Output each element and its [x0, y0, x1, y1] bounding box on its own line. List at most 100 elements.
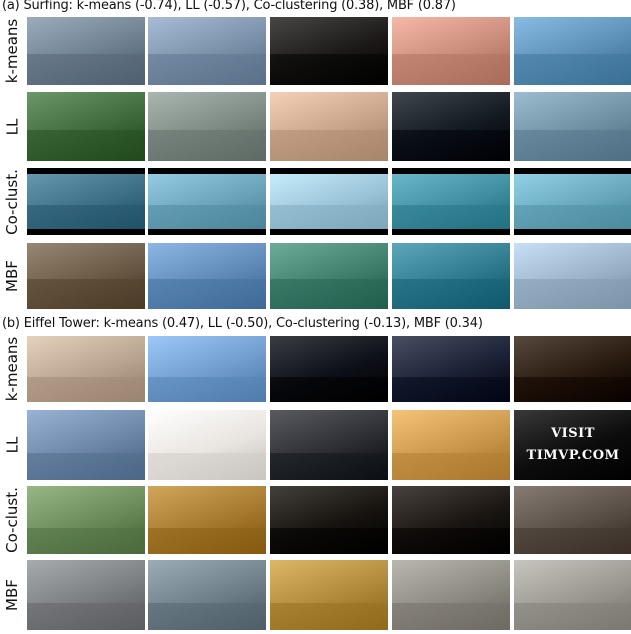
row-label-b-1: k-means — [0, 336, 24, 402]
video-thumbnail — [27, 92, 145, 161]
row-label-text: Co-clust. — [3, 168, 22, 235]
thumbnail-ground — [27, 54, 145, 85]
video-thumbnail — [514, 243, 631, 309]
thumbnail-ground — [514, 376, 631, 402]
thumbnail-ground — [148, 376, 266, 402]
video-thumbnail — [148, 560, 266, 630]
visit-line-2: TIMVP.COM — [526, 448, 620, 463]
video-thumbnail — [392, 410, 510, 480]
video-thumbnail — [148, 92, 266, 161]
video-thumbnail — [148, 336, 266, 402]
thumbnail-ground — [514, 603, 631, 630]
letterbox-bar — [392, 168, 510, 174]
video-thumbnail — [270, 17, 388, 85]
video-thumbnail — [392, 560, 510, 630]
thumbnail-ground — [514, 54, 631, 85]
video-thumbnail — [514, 486, 631, 554]
video-thumbnail — [27, 336, 145, 402]
thumbnail-ground — [270, 453, 388, 480]
thumbnail-ground — [27, 279, 145, 309]
row-label-a-4: MBF — [0, 243, 24, 309]
letterbox-bar — [392, 229, 510, 235]
thumbnail-ground — [27, 129, 145, 161]
row-label-a-3: Co-clust. — [0, 168, 24, 235]
thumbnail-ground — [270, 54, 388, 85]
row-label-text: Co-clust. — [3, 487, 22, 553]
thumbnail-ground — [27, 376, 145, 402]
thumbnail-ground — [392, 54, 510, 85]
video-thumbnail — [514, 560, 631, 630]
thumbnail-ground — [148, 129, 266, 161]
thumbnail-ground — [148, 453, 266, 480]
video-thumbnail — [27, 560, 145, 630]
row-label-text: LL — [3, 436, 21, 454]
thumbnail-ground — [392, 376, 510, 402]
video-thumbnail — [148, 17, 266, 85]
letterbox-bar — [514, 168, 631, 174]
row-label-text: MBF — [3, 579, 21, 611]
thumbnail-ground — [270, 528, 388, 554]
thumbnail-ground — [270, 279, 388, 309]
visit-line-1: VISIT — [551, 426, 595, 441]
thumbnail-ground — [27, 453, 145, 480]
video-thumbnail — [148, 168, 266, 235]
letterbox-bar — [27, 168, 145, 174]
thumbnail-ground — [27, 603, 145, 630]
letterbox-bar — [270, 229, 388, 235]
thumbnail-ground — [148, 528, 266, 554]
video-thumbnail — [392, 243, 510, 309]
row-label-text: MBF — [3, 260, 21, 292]
video-thumbnail — [392, 486, 510, 554]
row-label-a-1: k-means — [0, 17, 24, 85]
video-thumbnail — [27, 168, 145, 235]
thumbnail-ground — [514, 279, 631, 309]
row-label-a-2: LL — [0, 92, 24, 161]
video-thumbnail — [27, 486, 145, 554]
video-thumbnail — [27, 410, 145, 480]
video-thumbnail — [270, 410, 388, 480]
video-thumbnail — [514, 92, 631, 161]
letterbox-bar — [27, 229, 145, 235]
letterbox-bar — [148, 168, 266, 174]
video-thumbnail — [514, 17, 631, 85]
video-thumbnail — [514, 336, 631, 402]
video-thumbnail — [148, 486, 266, 554]
video-thumbnail — [514, 168, 631, 235]
section-a-title: (a) Surfing: k-means (-0.74), LL (-0.57)… — [2, 0, 456, 13]
video-thumbnail — [392, 17, 510, 85]
row-label-b-3: Co-clust. — [0, 486, 24, 554]
video-thumbnail — [392, 336, 510, 402]
thumbnail-ground — [514, 528, 631, 554]
letterbox-bar — [148, 229, 266, 235]
thumbnail-ground — [392, 528, 510, 554]
thumbnail-ground — [27, 528, 145, 554]
video-thumbnail — [392, 92, 510, 161]
thumbnail-ground — [270, 129, 388, 161]
video-thumbnail — [148, 410, 266, 480]
visit-overlay: VISIT TIMVP.COM — [514, 410, 631, 480]
video-thumbnail — [27, 243, 145, 309]
letterbox-bar — [270, 168, 388, 174]
thumbnail-ground — [514, 129, 631, 161]
video-thumbnail: VISIT TIMVP.COM — [514, 410, 631, 480]
thumbnail-ground — [148, 279, 266, 309]
letterbox-bar — [514, 229, 631, 235]
video-thumbnail — [148, 243, 266, 309]
video-thumbnail — [270, 168, 388, 235]
video-thumbnail — [27, 17, 145, 85]
thumbnail-ground — [148, 54, 266, 85]
thumbnail-ground — [392, 453, 510, 480]
video-thumbnail — [270, 486, 388, 554]
video-thumbnail — [270, 336, 388, 402]
video-thumbnail — [270, 560, 388, 630]
row-label-text: k-means — [3, 336, 22, 402]
video-thumbnail — [392, 168, 510, 235]
video-thumbnail — [270, 243, 388, 309]
video-thumbnail — [270, 92, 388, 161]
thumbnail-ground — [392, 129, 510, 161]
thumbnail-ground — [392, 279, 510, 309]
row-label-text: k-means — [3, 18, 22, 84]
thumbnail-ground — [270, 603, 388, 630]
row-label-text: LL — [3, 118, 21, 135]
thumbnail-ground — [270, 376, 388, 402]
